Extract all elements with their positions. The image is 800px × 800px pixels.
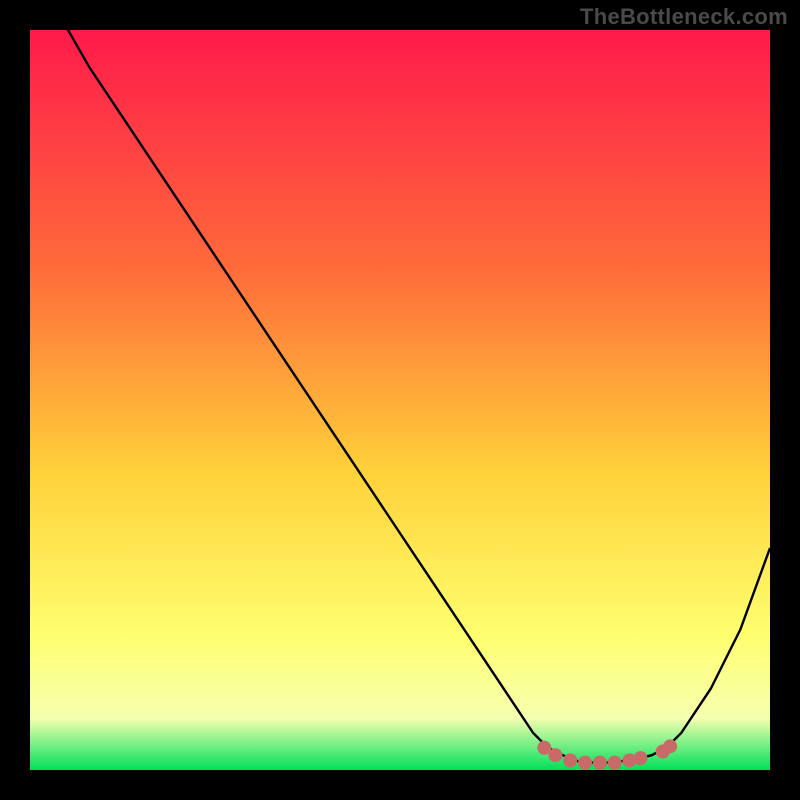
marker-point: [608, 756, 621, 769]
marker-point: [538, 741, 551, 754]
marker-point: [549, 749, 562, 762]
marker-point: [564, 754, 577, 767]
marker-point: [593, 756, 606, 769]
marker-point: [634, 752, 647, 765]
watermark-text: TheBottleneck.com: [580, 4, 788, 30]
marker-point: [664, 740, 677, 753]
marker-point: [579, 756, 592, 769]
gradient-background: [30, 30, 770, 770]
bottleneck-chart: [30, 30, 770, 770]
chart-frame: TheBottleneck.com: [0, 0, 800, 800]
